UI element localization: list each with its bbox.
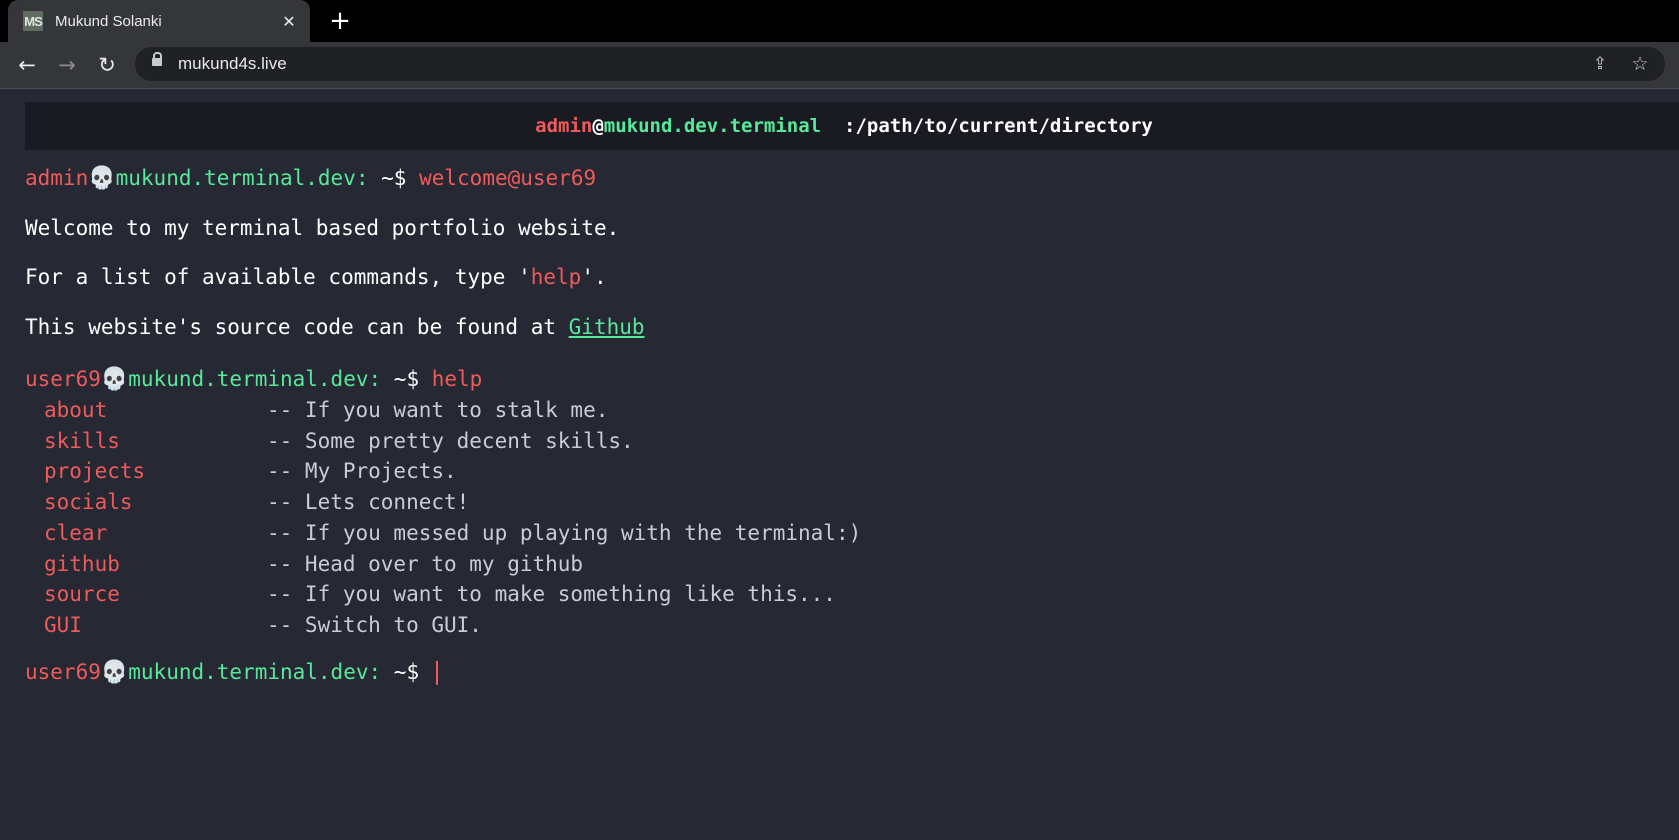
share-icon[interactable]: ⇪	[1589, 53, 1611, 75]
command-desc: -- If you want to stalk me.	[267, 398, 609, 422]
skull-icon: 💀	[100, 367, 129, 392]
arrow-left-icon[interactable]: ←	[14, 52, 40, 78]
command-name: source	[44, 582, 120, 606]
close-icon[interactable]: ✕	[278, 10, 300, 32]
lock-icon[interactable]	[152, 52, 162, 66]
prompt-command: welcome@user69	[419, 166, 597, 190]
welcome-text-3-pre: This website's source code can be found …	[25, 315, 569, 339]
prompt-host: mukund.terminal.dev:	[115, 166, 369, 190]
prompt-user: user69	[25, 660, 101, 684]
prompt-tilde: ~$	[393, 367, 420, 391]
header-path: :/path/to/current/directory	[844, 115, 1153, 137]
command-name: skills	[44, 429, 120, 453]
command-name: projects	[44, 459, 146, 483]
skull-icon: 💀	[100, 660, 129, 685]
browser-toolbar: ← → ↻ mukund4s.live ⇪ ☆	[0, 42, 1679, 89]
command-name: GUI	[44, 613, 82, 637]
welcome-text-2-post: '.	[581, 265, 607, 289]
reload-icon[interactable]: ↻	[94, 52, 120, 78]
welcome-text-2: For a list of available commands, type '…	[25, 263, 607, 291]
command-desc: -- If you messed up playing with the ter…	[267, 521, 862, 545]
input-prompt-line[interactable]: user69💀mukund.terminal.dev: ~$	[25, 658, 438, 687]
text-cursor	[435, 661, 438, 685]
prompt-host: mukund.terminal.dev:	[128, 660, 382, 684]
welcome-text-2-pre: For a list of available commands, type '	[25, 265, 531, 289]
skull-icon: 💀	[88, 166, 116, 191]
command-name: socials	[44, 490, 133, 514]
command-desc: -- Head over to my github	[267, 552, 584, 576]
tab-title: Mukund Solanki	[55, 12, 162, 30]
prompt-tilde: ~$	[393, 660, 420, 684]
prompt-user: admin	[25, 166, 89, 190]
browser-tab-bar: MS Mukund Solanki ✕ +	[0, 0, 1679, 42]
help-prompt-line: user69💀mukund.terminal.dev: ~$ help	[25, 365, 482, 394]
address-bar[interactable]: mukund4s.live ⇪ ☆	[135, 47, 1665, 81]
star-icon[interactable]: ☆	[1629, 53, 1651, 75]
plus-icon[interactable]: +	[326, 7, 354, 35]
command-desc: -- Lets connect!	[267, 490, 470, 514]
header-at: @	[592, 115, 604, 137]
command-name: github	[44, 552, 120, 576]
help-keyword: help	[530, 265, 582, 289]
header-user: admin	[535, 115, 593, 137]
command-name: clear	[44, 521, 108, 545]
welcome-text-1: Welcome to my terminal based portfolio w…	[25, 216, 620, 240]
favicon-icon: MS	[23, 11, 43, 31]
github-link[interactable]: Github	[569, 315, 645, 339]
prompt-host: mukund.terminal.dev:	[128, 367, 382, 391]
prompt-command: help	[431, 367, 483, 391]
arrow-right-icon[interactable]: →	[54, 52, 80, 78]
command-desc: -- Switch to GUI.	[267, 613, 482, 637]
command-desc: -- My Projects.	[267, 459, 457, 483]
browser-tab[interactable]: MS Mukund Solanki ✕	[8, 0, 310, 42]
url-text[interactable]: mukund4s.live	[178, 54, 287, 74]
prompt-tilde: ~$	[381, 166, 407, 190]
terminal-header: admin @ mukund.dev.terminal :/path/to/curr…	[25, 102, 1679, 150]
command-desc: -- Some pretty decent skills.	[267, 429, 634, 453]
header-host: mukund.dev.terminal	[603, 115, 822, 137]
command-desc: -- If you want to make something like th…	[267, 582, 836, 606]
welcome-text-3: This website's source code can be found …	[25, 313, 645, 341]
command-name: about	[44, 398, 108, 422]
welcome-prompt-line: admin💀mukund.terminal.dev: ~$ welcome@us…	[25, 164, 596, 193]
prompt-user: user69	[25, 367, 101, 391]
